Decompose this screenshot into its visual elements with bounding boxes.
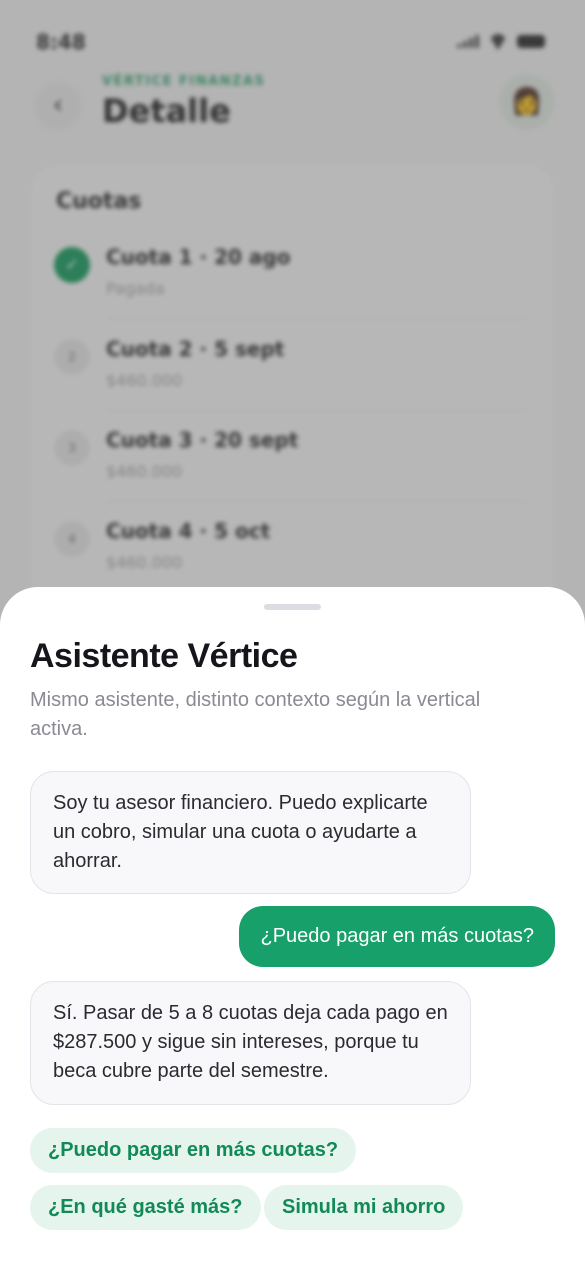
user-message: ¿Puedo pagar en más cuotas? [239,906,555,967]
assistant-sheet: Asistente Vértice Mismo asistente, disti… [0,587,585,1266]
assistant-message: Soy tu asesor financiero. Puedo explicar… [30,771,471,894]
suggestion-chip[interactable]: ¿En qué gasté más? [30,1185,261,1230]
suggestion-chip[interactable]: Simula mi ahorro [264,1185,464,1230]
sheet-title: Asistente Vértice [30,637,298,675]
assistant-message: Sí. Pasar de 5 a 8 cuotas deja cada pago… [30,981,471,1105]
suggestion-chip[interactable]: ¿Puedo pagar en más cuotas? [30,1128,357,1173]
sheet-handle[interactable] [264,604,321,610]
sheet-subtitle: Mismo asistente, distinto contexto según… [30,689,481,740]
